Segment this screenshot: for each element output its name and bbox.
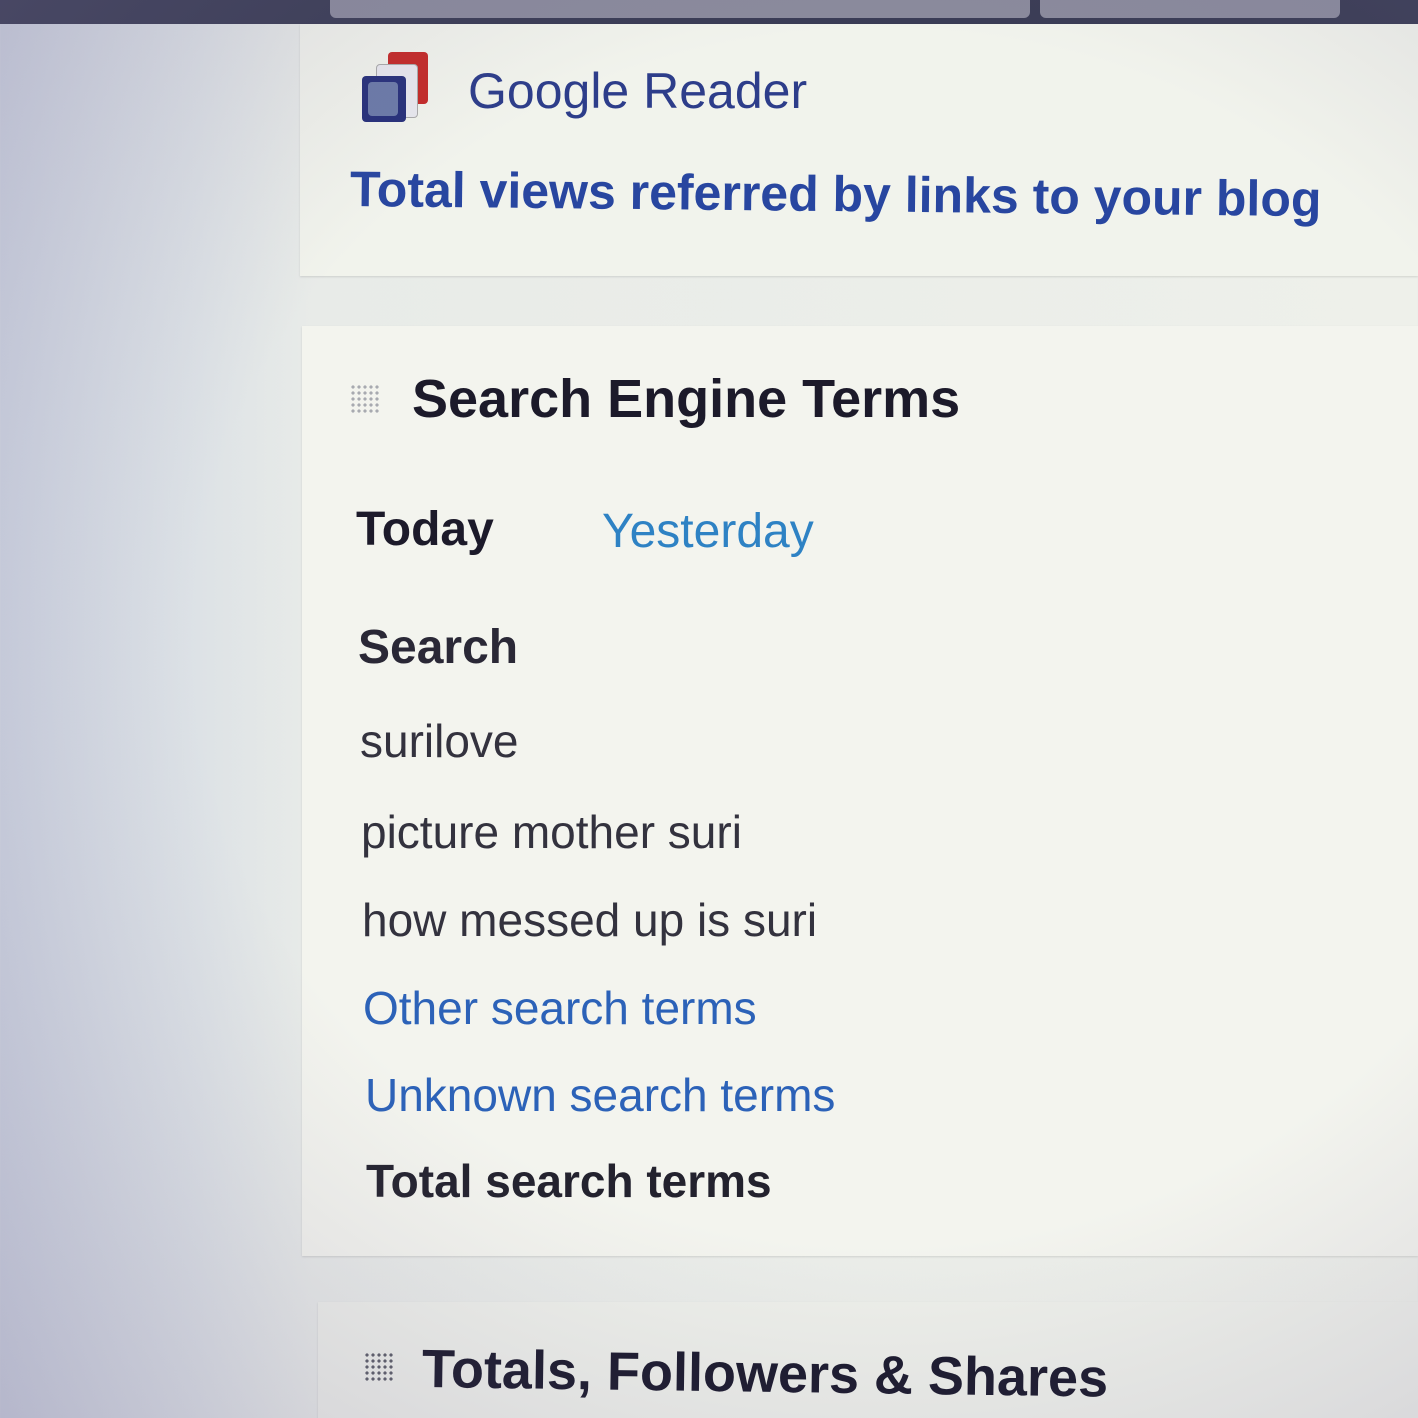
google-reader-icon bbox=[362, 52, 432, 126]
referrer-link-google-reader[interactable]: Google Reader bbox=[468, 62, 807, 120]
drag-handle-icon[interactable] bbox=[350, 384, 380, 414]
section-title-search-engine-terms: Search Engine Terms bbox=[412, 369, 961, 429]
search-term-row: how messed up is suri bbox=[362, 894, 818, 946]
drag-handle-icon[interactable] bbox=[364, 1352, 394, 1382]
search-term-row: picture mother suri bbox=[361, 806, 742, 858]
total-search-terms-label: Total search terms bbox=[366, 1155, 772, 1207]
total-referred-views-label: Total views referred by links to your bl… bbox=[349, 161, 1322, 228]
section-title-totals-followers-shares: Totals, Followers & Shares bbox=[421, 1339, 1109, 1409]
browser-tab-strip bbox=[0, 0, 1418, 24]
browser-tab[interactable] bbox=[1040, 0, 1340, 18]
tab-today[interactable]: Today bbox=[356, 502, 494, 557]
browser-tab[interactable] bbox=[330, 0, 1030, 18]
other-search-terms-link[interactable]: Other search terms bbox=[363, 981, 757, 1035]
column-header-search: Search bbox=[358, 621, 519, 674]
search-term-row: surilove bbox=[360, 715, 519, 767]
unknown-search-terms-link[interactable]: Unknown search terms bbox=[365, 1068, 835, 1122]
tab-yesterday[interactable]: Yesterday bbox=[602, 504, 814, 559]
